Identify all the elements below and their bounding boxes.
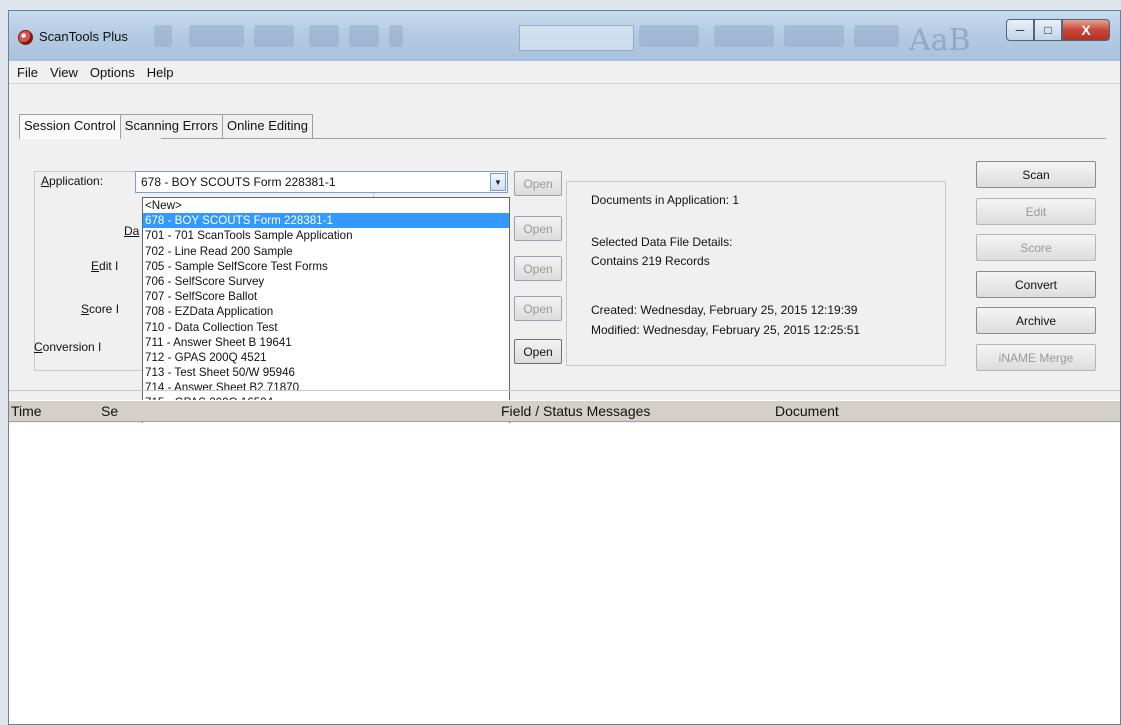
blurred-style-box bbox=[519, 25, 634, 51]
score-file-label: Score I bbox=[81, 302, 120, 316]
blurred-toolbar-icon bbox=[389, 25, 403, 47]
convert-button[interactable]: Convert bbox=[976, 271, 1096, 298]
modified-timestamp: Modified: Wednesday, February 25, 2015 1… bbox=[591, 323, 861, 337]
panel-divider bbox=[9, 390, 1120, 391]
iname-merge-button[interactable]: iNAME Merge bbox=[976, 344, 1096, 371]
messages-grid-header: Time Se Field / Status Messages Document bbox=[9, 400, 1120, 422]
title-bar[interactable]: ScanTools Plus AaB ─ □ X bbox=[9, 11, 1120, 61]
details-heading: Selected Data File Details: bbox=[591, 235, 733, 249]
menu-bar: File View Options Help bbox=[9, 61, 1120, 83]
dropdown-option[interactable]: 707 - SelfScore Ballot bbox=[143, 289, 509, 304]
application-combo[interactable]: 678 - BOY SCOUTS Form 228381-1 ▼ bbox=[135, 171, 508, 193]
column-field-status-messages[interactable]: Field / Status Messages bbox=[501, 403, 650, 419]
maximize-icon: □ bbox=[1044, 23, 1052, 37]
open-score-button[interactable]: Open bbox=[514, 296, 562, 321]
dropdown-option[interactable]: <New> bbox=[143, 198, 509, 213]
blurred-style-box bbox=[784, 25, 844, 47]
blurred-toolbar-icon bbox=[254, 25, 294, 47]
dropdown-option[interactable]: 711 - Answer Sheet B 19641 bbox=[143, 335, 509, 350]
scan-button[interactable]: Scan bbox=[976, 161, 1096, 188]
info-panel bbox=[566, 181, 946, 366]
dropdown-option[interactable]: 710 - Data Collection Test bbox=[143, 320, 509, 335]
dropdown-option[interactable]: 713 - Test Sheet 50/W 95946 bbox=[143, 365, 509, 380]
open-edit-button[interactable]: Open bbox=[514, 256, 562, 281]
conversion-file-label: Conversion I bbox=[34, 340, 102, 354]
minimize-icon: ─ bbox=[1015, 23, 1025, 37]
column-document[interactable]: Document bbox=[775, 403, 839, 419]
blurred-toolbar-icon bbox=[349, 25, 379, 47]
menu-divider bbox=[9, 83, 1120, 84]
blurred-toolbar-icon bbox=[309, 25, 339, 47]
tab-scanning-errors[interactable]: Scanning Errors bbox=[119, 114, 223, 138]
menu-file[interactable]: File bbox=[11, 65, 44, 80]
dropdown-option[interactable]: 708 - EZData Application bbox=[143, 304, 509, 319]
open-data-button[interactable]: Open bbox=[514, 216, 562, 241]
edit-file-label: Edit I bbox=[91, 259, 119, 273]
data-file-label: Da bbox=[124, 224, 140, 238]
maximize-button[interactable]: □ bbox=[1034, 19, 1062, 41]
close-button[interactable]: X bbox=[1062, 19, 1110, 41]
column-time[interactable]: Time bbox=[11, 403, 42, 419]
created-timestamp: Created: Wednesday, February 25, 2015 12… bbox=[591, 303, 858, 317]
open-conversion-button[interactable]: Open bbox=[514, 339, 562, 364]
menu-options[interactable]: Options bbox=[84, 65, 141, 80]
dropdown-option[interactable]: 702 - Line Read 200 Sample bbox=[143, 244, 509, 259]
main-window: ScanTools Plus AaB ─ □ X File View Optio… bbox=[8, 10, 1121, 725]
dropdown-option[interactable]: 714 - Answer Sheet B2 71870 bbox=[143, 380, 509, 395]
menu-view[interactable]: View bbox=[44, 65, 84, 80]
column-session[interactable]: Se bbox=[101, 403, 118, 419]
archive-button[interactable]: Archive bbox=[976, 307, 1096, 334]
tab-online-editing[interactable]: Online Editing bbox=[222, 114, 313, 138]
blurred-toolbar-icon bbox=[189, 25, 244, 47]
dropdown-arrow-icon[interactable]: ▼ bbox=[490, 173, 506, 191]
open-application-button[interactable]: Open bbox=[514, 171, 562, 196]
application-label: Application: bbox=[39, 174, 107, 188]
window-title: ScanTools Plus bbox=[39, 29, 128, 44]
dropdown-option[interactable]: 706 - SelfScore Survey bbox=[143, 274, 509, 289]
blurred-style-glyph: AaB bbox=[909, 23, 971, 58]
close-icon: X bbox=[1081, 22, 1091, 38]
dropdown-option[interactable]: 712 - GPAS 200Q 4521 bbox=[143, 350, 509, 365]
blurred-style-box bbox=[854, 25, 899, 47]
menu-help[interactable]: Help bbox=[141, 65, 180, 80]
tab-divider bbox=[161, 138, 1106, 139]
dropdown-option[interactable]: 701 - 701 ScanTools Sample Application bbox=[143, 228, 509, 243]
tab-strip: Session Control Scanning Errors Online E… bbox=[19, 114, 313, 139]
tab-session-control[interactable]: Session Control bbox=[19, 114, 121, 139]
blurred-toolbar-icon bbox=[154, 25, 172, 47]
documents-count: Documents in Application: 1 bbox=[591, 193, 740, 207]
dropdown-option[interactable]: 678 - BOY SCOUTS Form 228381-1 bbox=[143, 213, 509, 229]
blurred-style-box bbox=[714, 25, 774, 47]
app-logo-icon bbox=[18, 30, 33, 45]
dropdown-option[interactable]: 705 - Sample SelfScore Test Forms bbox=[143, 259, 509, 274]
messages-grid-body[interactable] bbox=[9, 423, 1120, 724]
edit-button[interactable]: Edit bbox=[976, 198, 1096, 225]
records-count: Contains 219 Records bbox=[591, 254, 710, 268]
score-button[interactable]: Score bbox=[976, 234, 1096, 261]
application-combo-value: 678 - BOY SCOUTS Form 228381-1 bbox=[141, 175, 336, 189]
minimize-button[interactable]: ─ bbox=[1006, 19, 1034, 41]
blurred-style-box bbox=[639, 25, 699, 47]
